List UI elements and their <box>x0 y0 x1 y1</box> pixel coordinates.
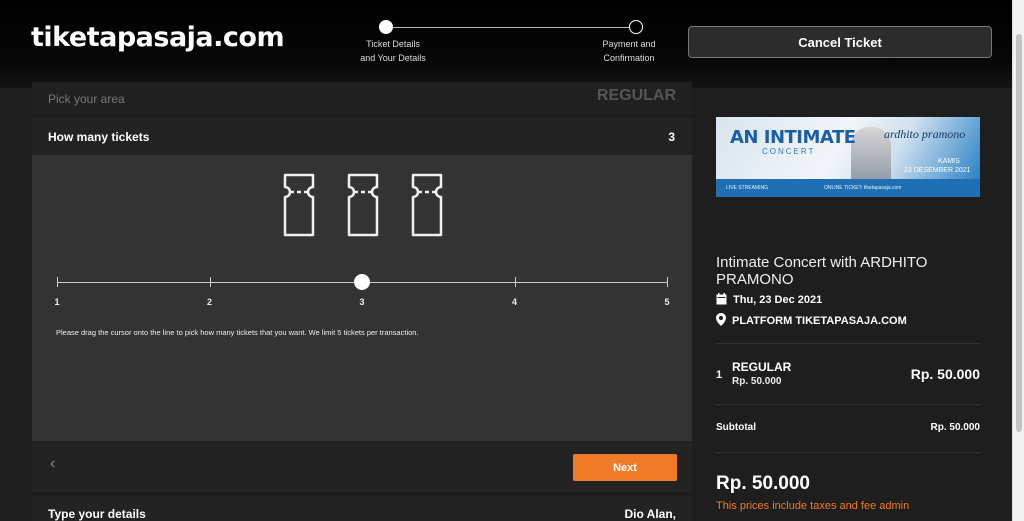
ticket-icon <box>279 173 343 241</box>
total-price: Rp. 50.000 <box>716 473 810 494</box>
ticket-icons <box>279 173 471 242</box>
banner-day: KAMIS <box>938 158 960 165</box>
step-2-label-line1: Payment and <box>602 39 656 49</box>
cancel-ticket-button[interactable]: Cancel Ticket <box>688 26 992 58</box>
stepper-line <box>386 27 637 28</box>
subtotal-value: Rp. 50.000 <box>930 422 980 433</box>
top-header: tiketapasaja.com Ticket Details and Your… <box>0 0 1012 88</box>
event-venue-text: PLATFORM TIKETAPASAJA.COM <box>732 315 907 327</box>
banner-footer-strip: LIVE STREAMING ONLINE TICKET: tiketapasa… <box>716 179 980 197</box>
banner-live-text: LIVE STREAMING <box>726 185 768 191</box>
ticket-count-label: How many tickets <box>48 130 150 144</box>
type-details-value: Dio Alan, <box>624 507 676 521</box>
divider <box>716 343 980 344</box>
item-name: REGULAR <box>732 360 792 374</box>
divider <box>716 452 980 453</box>
step-2-indicator <box>629 20 643 34</box>
step-1-indicator <box>379 20 393 34</box>
checkout-stepper: Ticket Details and Your Details Payment … <box>360 18 660 68</box>
slider-tick-label: 2 <box>206 297 212 307</box>
step-1-label-line1: Ticket Details <box>366 39 420 49</box>
step-1-label: Ticket Details and Your Details <box>348 37 438 65</box>
page-scrollbar[interactable] <box>1012 0 1024 521</box>
slider-tick <box>514 277 516 287</box>
pick-area-label: Pick your area <box>48 92 125 106</box>
scrollbar-thumb[interactable] <box>1016 34 1022 432</box>
banner-subtitle: CONCERT <box>762 147 816 156</box>
event-banner: AN INTIMATE CONCERT ardhito pramono KAMI… <box>716 117 980 197</box>
slider-tick-label: 4 <box>511 297 517 307</box>
ticket-icon <box>343 173 407 241</box>
location-pin-icon <box>716 313 726 329</box>
ticket-picker-panel: 1 2 3 4 5 Please drag the cursor onto the li… <box>32 155 692 441</box>
slider-hint: Please drag the cursor onto the line to … <box>56 328 419 337</box>
step-1-label-line2: and Your Details <box>360 53 426 63</box>
type-details-label: Type your details <box>48 507 146 521</box>
slider-tick <box>57 277 58 287</box>
pick-area-value: REGULAR <box>596 87 676 104</box>
tax-note: This prices include taxes and fee admin <box>716 500 910 512</box>
ticket-count-value: 3 <box>668 130 675 144</box>
step-2-label-line2: Confirmation <box>603 53 655 63</box>
ticket-icon <box>407 173 471 241</box>
slider-tick <box>209 277 211 287</box>
back-chevron-icon[interactable]: ‹ <box>50 455 55 473</box>
ticket-slider-thumb[interactable] <box>354 274 370 290</box>
event-title: Intimate Concert with ARDHITO PRAMONO <box>716 254 928 288</box>
slider-tick-label: 1 <box>54 297 60 307</box>
ticket-count-row: How many tickets 3 <box>32 118 692 155</box>
pick-area-row[interactable]: Pick your area REGULAR <box>32 82 692 114</box>
slider-tick <box>667 277 668 287</box>
item-unit-price: Rp. 50.000 <box>732 376 782 387</box>
banner-date: 23 DESEMBER 2021 <box>904 167 971 174</box>
step-navigation: ‹ Next <box>32 441 692 492</box>
banner-title: AN INTIMATE <box>730 127 856 148</box>
calendar-icon <box>716 293 727 308</box>
type-details-row[interactable]: Type your details Dio Alan, <box>32 496 692 521</box>
subtotal-label: Subtotal <box>716 422 756 433</box>
site-logo[interactable]: tiketapasaja.com <box>31 22 285 53</box>
event-date: Thu, 23 Dec 2021 <box>716 293 822 308</box>
item-price: Rp. 50.000 <box>910 366 980 382</box>
item-quantity: 1 <box>716 369 723 381</box>
banner-signature: ardhito pramono <box>884 127 966 141</box>
divider <box>716 404 980 405</box>
slider-tick-label: 3 <box>359 297 365 307</box>
slider-tick-label: 5 <box>664 297 670 307</box>
banner-online-text: ONLINE TICKET: tiketapasaja.com <box>824 185 902 191</box>
event-venue: PLATFORM TIKETAPASAJA.COM <box>716 313 907 329</box>
step-2-label: Payment and Confirmation <box>584 37 674 65</box>
next-button[interactable]: Next <box>573 454 677 481</box>
event-date-text: Thu, 23 Dec 2021 <box>733 294 823 306</box>
